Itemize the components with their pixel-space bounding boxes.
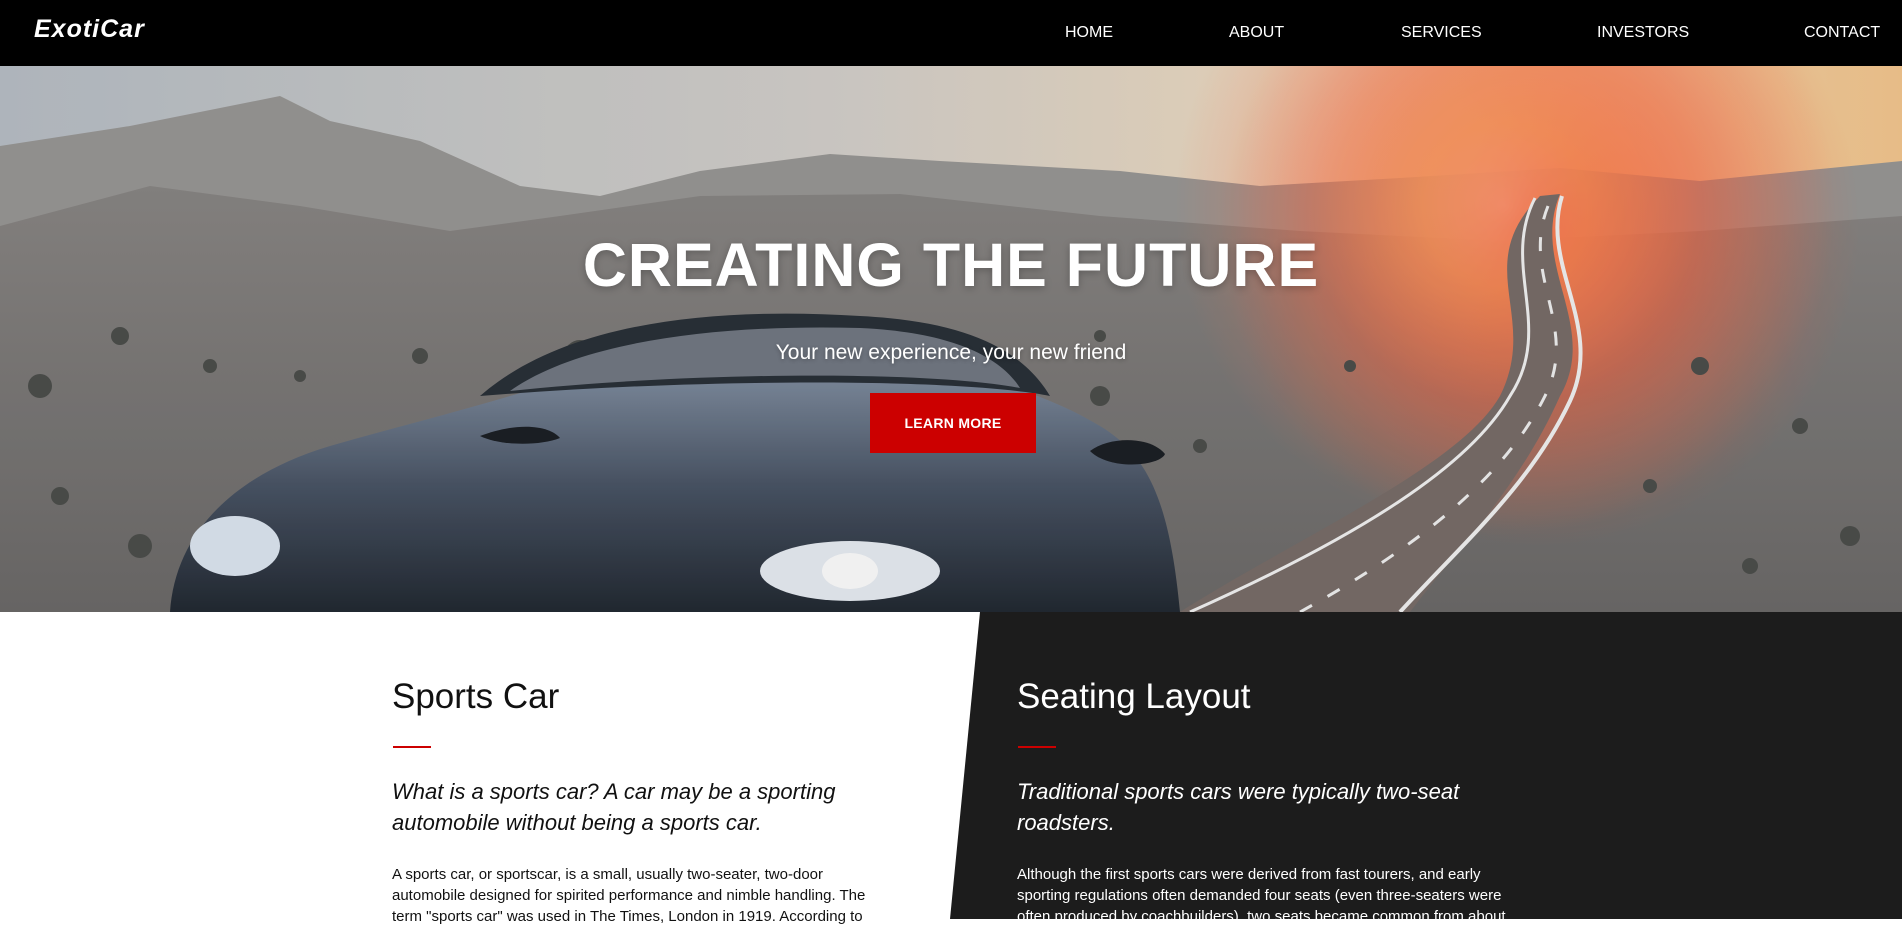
hero-subtitle: Your new experience, your new friend [775,341,1127,364]
brand-logo[interactable]: ExotiCar [34,14,145,44]
section-body-seating-layout: Although the first sports cars were deri… [1017,866,1506,925]
dark-panel-background [950,612,1902,919]
nav-link-investors[interactable]: INVESTORS [1597,22,1689,44]
section-lead-sports-car: What is a sports car? A car may be a spo… [392,779,836,835]
navbar: ExotiCar HOME ABOUT SERVICES INVESTORS C… [0,0,1902,66]
section-title-seating-layout: Seating Layout [1017,677,1251,716]
nav-link-home[interactable]: HOME [1065,22,1113,44]
section-divider [1018,746,1056,748]
nav-link-services[interactable]: SERVICES [1401,22,1482,44]
section-divider [393,746,431,748]
hero-section: CREATING THE FUTURE Your new experience,… [0,66,1902,612]
learn-more-button[interactable]: LEARN MORE [870,393,1036,453]
section-lead-seating-layout: Traditional sports cars were typically t… [1017,779,1460,835]
nav-link-contact[interactable]: CONTACT [1804,22,1880,44]
hero-background-image [0,66,1902,612]
section-title-sports-car: Sports Car [392,677,560,716]
section-body-sports-car: A sports car, or sportscar, is a small, … [392,866,866,925]
nav-link-about[interactable]: ABOUT [1229,22,1284,44]
hero-title: CREATING THE FUTURE [582,231,1320,299]
